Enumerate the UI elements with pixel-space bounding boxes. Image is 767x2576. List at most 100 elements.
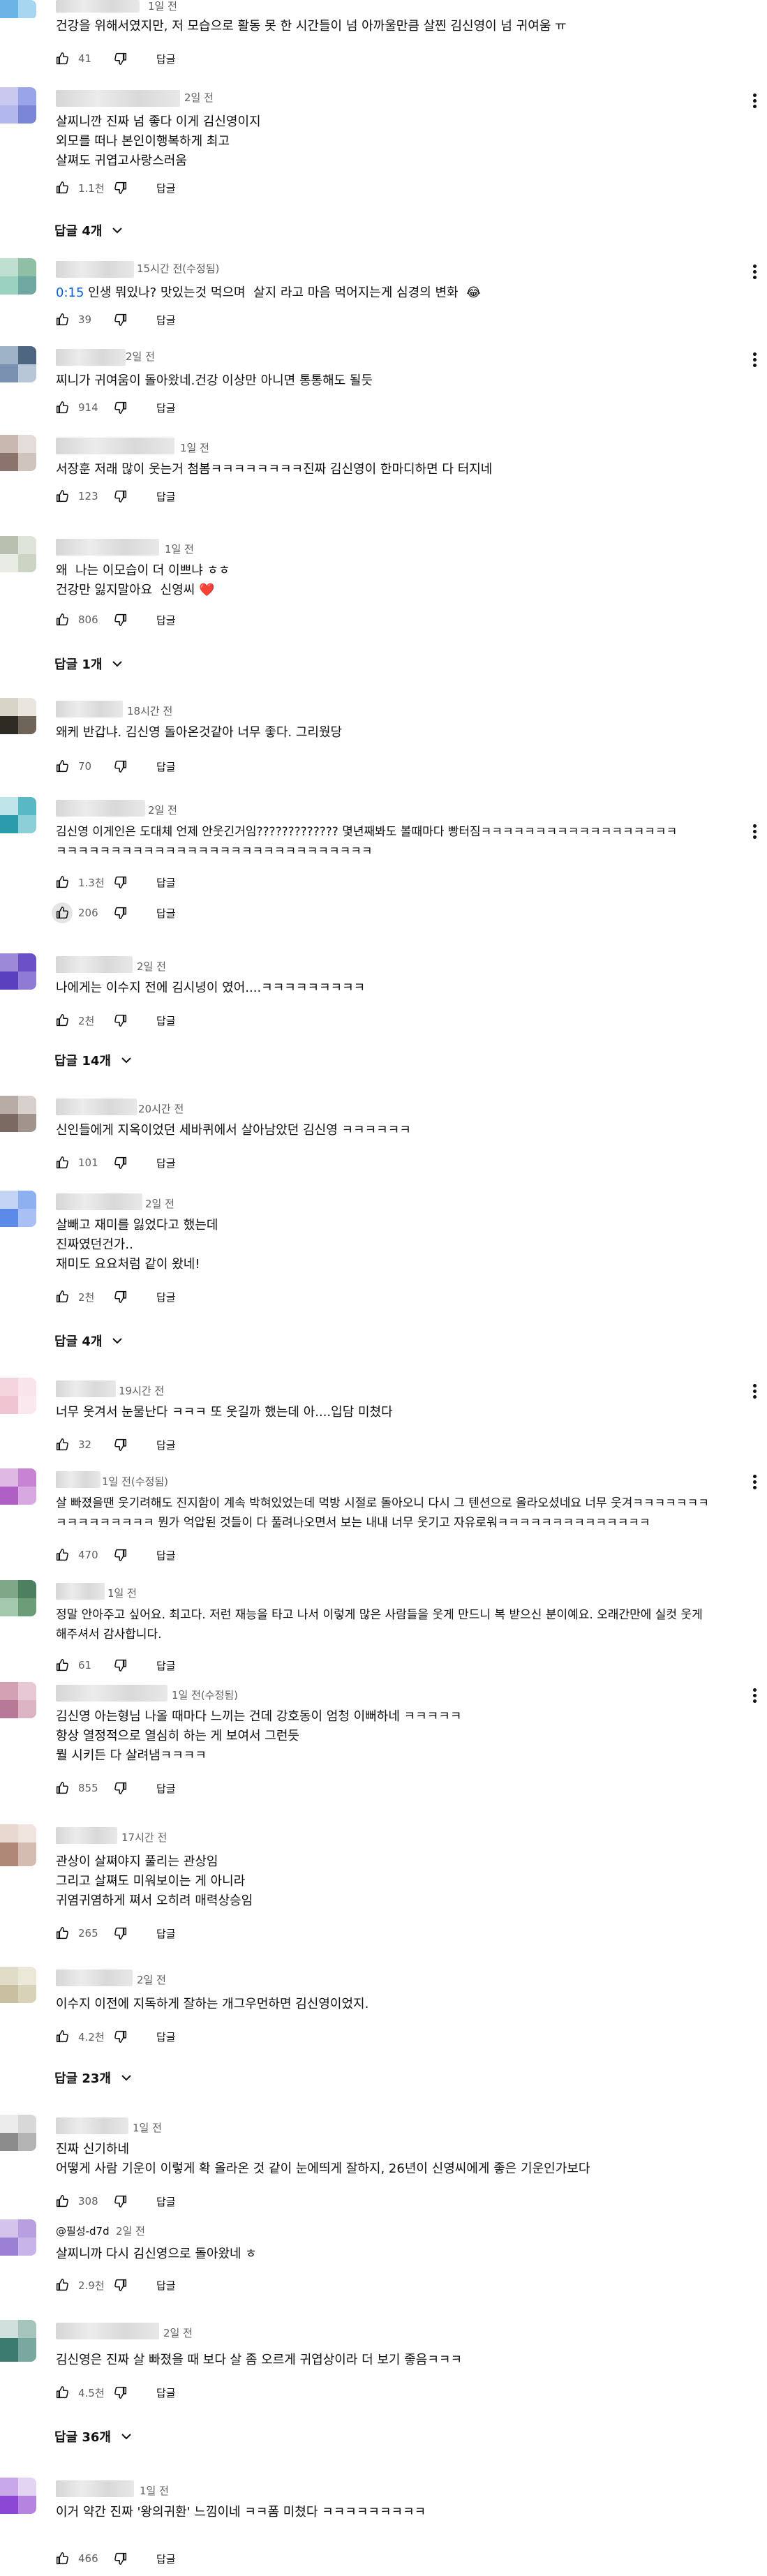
author-name[interactable]: [56, 261, 134, 278]
more-vert-icon[interactable]: [753, 1382, 757, 1401]
thumbs-up-icon[interactable]: [54, 2551, 70, 2566]
thumbs-up-icon[interactable]: [54, 2277, 70, 2293]
reply-button[interactable]: 답글: [156, 759, 176, 774]
thumbs-up-icon[interactable]: [54, 1547, 70, 1563]
view-replies-button[interactable]: 답글 4개: [54, 1332, 124, 1350]
reply-button[interactable]: 답글: [156, 1156, 176, 1170]
author-name[interactable]: [56, 800, 145, 817]
avatar[interactable]: [0, 435, 36, 471]
thumbs-down-icon[interactable]: [113, 400, 128, 415]
reply-button[interactable]: 답글: [156, 489, 176, 504]
avatar[interactable]: [0, 1824, 36, 1866]
thumbs-down-icon[interactable]: [113, 1013, 128, 1028]
thumbs-down-icon[interactable]: [113, 180, 128, 195]
thumbs-down-icon[interactable]: [113, 51, 128, 66]
view-replies-button[interactable]: 답글 4개: [54, 221, 124, 239]
thumbs-down-icon[interactable]: [113, 1547, 128, 1563]
avatar[interactable]: [0, 258, 36, 295]
view-replies-button[interactable]: 답글 1개: [54, 655, 124, 673]
reply-button[interactable]: 답글: [156, 401, 176, 415]
reply-button[interactable]: 답글: [156, 1438, 176, 1452]
thumbs-up-icon[interactable]: [54, 400, 70, 415]
reply-button[interactable]: 답글: [156, 2278, 176, 2293]
thumbs-down-icon[interactable]: [113, 2551, 128, 2566]
thumbs-down-icon[interactable]: [113, 312, 128, 327]
thumbs-down-icon[interactable]: [113, 759, 128, 774]
author-name[interactable]: [56, 1099, 137, 1115]
avatar[interactable]: [0, 536, 36, 572]
reply-button[interactable]: 답글: [156, 1926, 176, 1941]
author-name[interactable]: [56, 2480, 134, 2497]
reply-button[interactable]: 답글: [156, 875, 176, 890]
author-name[interactable]: [56, 956, 133, 973]
reply-button[interactable]: 답글: [156, 1013, 176, 1028]
view-replies-button[interactable]: 답글 23개: [54, 2069, 133, 2087]
avatar[interactable]: [0, 953, 36, 990]
thumbs-up-icon[interactable]: [54, 1155, 70, 1170]
reply-button[interactable]: 답글: [156, 1781, 176, 1796]
thumbs-down-icon[interactable]: [113, 1780, 128, 1796]
avatar[interactable]: [0, 1378, 36, 1414]
avatar[interactable]: [0, 698, 36, 734]
author-name[interactable]: [56, 1583, 105, 1600]
thumbs-down-icon[interactable]: [113, 2029, 128, 2044]
avatar[interactable]: [0, 1580, 36, 1616]
thumbs-down-icon[interactable]: [113, 1437, 128, 1452]
more-vert-icon[interactable]: [753, 1473, 757, 1491]
thumbs-down-icon[interactable]: [113, 874, 128, 890]
thumbs-up-icon[interactable]: [52, 902, 73, 923]
view-replies-button[interactable]: 답글 14개: [54, 1051, 133, 1069]
reply-button[interactable]: 답글: [156, 1658, 176, 1673]
thumbs-down-icon[interactable]: [113, 2277, 128, 2293]
thumbs-up-icon[interactable]: [54, 759, 70, 774]
reply-button[interactable]: 답글: [156, 2194, 176, 2209]
author-name[interactable]: [56, 1685, 167, 1702]
reply-button[interactable]: 답글: [156, 2030, 176, 2044]
author-name[interactable]: [56, 701, 123, 717]
thumbs-up-icon[interactable]: [54, 489, 70, 504]
avatar[interactable]: [0, 1682, 36, 1718]
avatar[interactable]: [0, 0, 36, 20]
author-name[interactable]: [56, 438, 174, 454]
thumbs-down-icon[interactable]: [113, 1926, 128, 1941]
thumbs-up-icon[interactable]: [54, 1289, 70, 1304]
more-vert-icon[interactable]: [753, 350, 757, 369]
more-vert-icon[interactable]: [753, 91, 757, 110]
avatar[interactable]: [0, 1967, 36, 2003]
thumbs-up-icon[interactable]: [54, 51, 70, 66]
avatar[interactable]: [0, 2478, 36, 2514]
thumbs-up-icon[interactable]: [54, 1780, 70, 1796]
author-name[interactable]: [56, 90, 180, 107]
thumbs-up-icon[interactable]: [54, 1658, 70, 1673]
avatar[interactable]: [0, 2219, 36, 2256]
thumbs-up-icon[interactable]: [54, 1926, 70, 1941]
avatar[interactable]: [0, 1096, 36, 1132]
author-name[interactable]: [56, 2323, 159, 2339]
author-name[interactable]: [56, 1380, 116, 1397]
avatar[interactable]: [0, 1468, 36, 1505]
avatar[interactable]: [0, 2115, 36, 2151]
thumbs-up-icon[interactable]: [54, 1437, 70, 1452]
reply-button[interactable]: 답글: [156, 181, 176, 195]
author-name[interactable]: [56, 1471, 100, 1488]
avatar[interactable]: [0, 1191, 36, 1227]
reply-button[interactable]: 답글: [156, 1290, 176, 1304]
avatar[interactable]: [0, 87, 36, 124]
thumbs-down-icon[interactable]: [113, 489, 128, 504]
reply-button[interactable]: 답글: [156, 2552, 176, 2566]
reply-button[interactable]: 답글: [156, 52, 176, 66]
thumbs-down-icon[interactable]: [113, 1289, 128, 1304]
author-name[interactable]: [56, 539, 159, 556]
reply-button[interactable]: 답글: [156, 1548, 176, 1563]
thumbs-up-icon[interactable]: [54, 312, 70, 327]
reply-button[interactable]: 답글: [156, 613, 176, 627]
thumbs-up-icon[interactable]: [54, 612, 70, 627]
more-vert-icon[interactable]: [753, 1686, 757, 1705]
thumbs-up-icon[interactable]: [54, 2385, 70, 2400]
avatar[interactable]: [0, 346, 36, 382]
reply-button[interactable]: 답글: [156, 906, 176, 921]
timestamp-link[interactable]: 0:15: [56, 285, 84, 300]
author-name[interactable]: [56, 2117, 128, 2134]
thumbs-up-icon[interactable]: [54, 180, 70, 195]
author-name[interactable]: [56, 0, 140, 13]
